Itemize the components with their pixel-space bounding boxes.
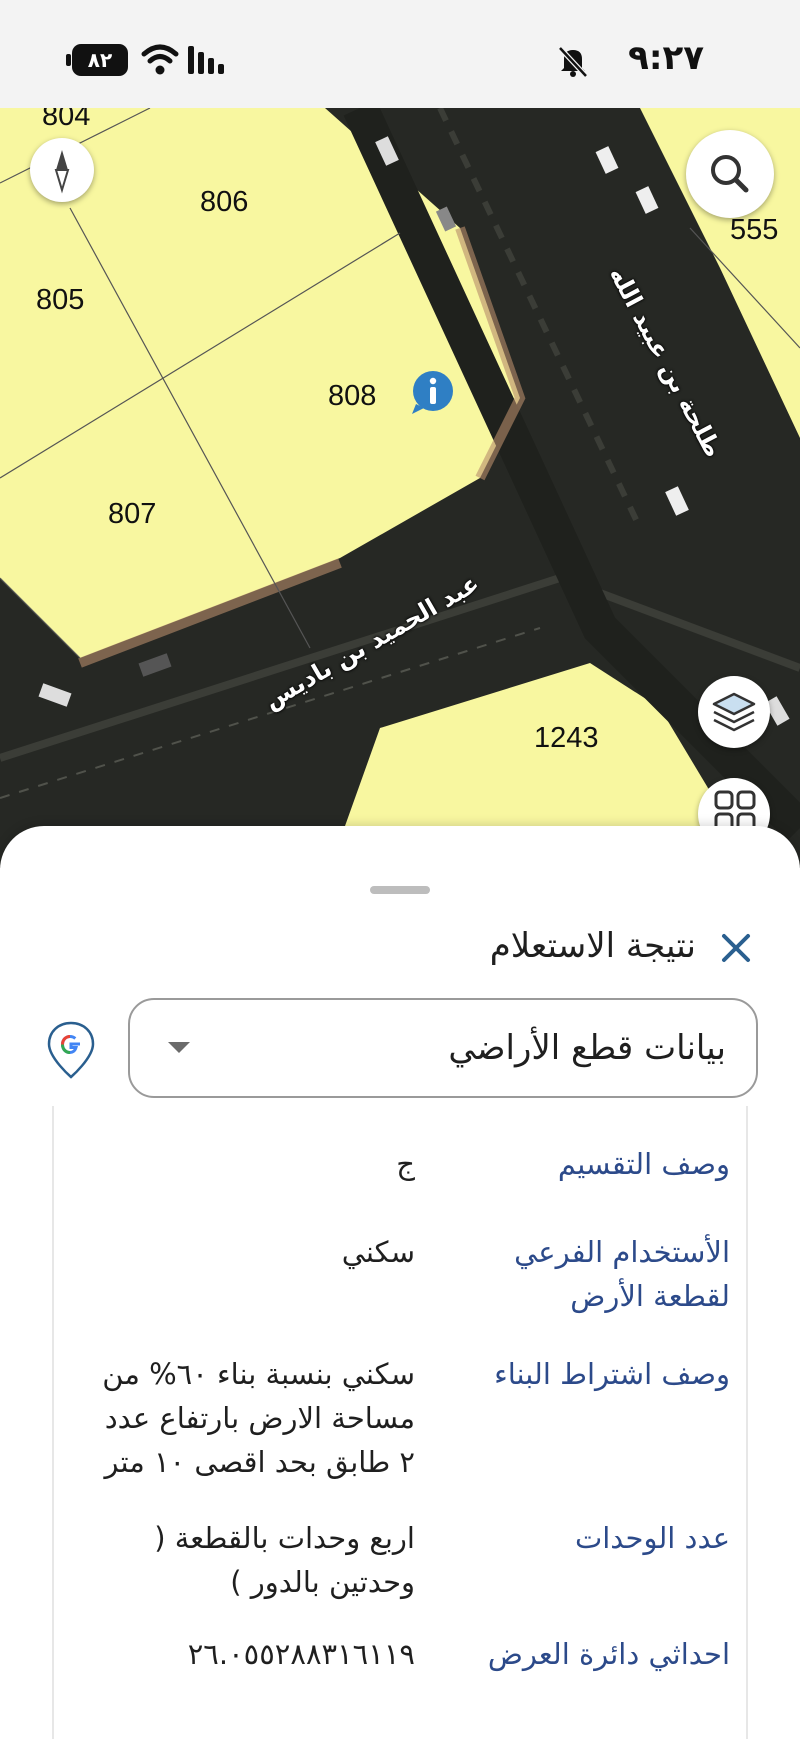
signal-icon bbox=[188, 46, 224, 74]
select-value: بيانات قطع الأراضي bbox=[448, 1028, 726, 1068]
row-value: سكني bbox=[341, 1235, 415, 1269]
row-value: ج bbox=[396, 1147, 415, 1181]
drag-handle[interactable] bbox=[370, 886, 430, 894]
row-value: سكني بنسبة بناء ٦٠% من مساحة الارض بارتف… bbox=[102, 1357, 415, 1479]
map-view[interactable]: 804 806 805 808 807 555 1243 طلحة بن عبي… bbox=[0, 108, 800, 868]
row-label: احداثي دائرة العرض bbox=[487, 1637, 730, 1671]
row-label: عدد الوحدات bbox=[574, 1521, 730, 1555]
result-table: وصف التقسيم ج الأستخدام الفرعي لقطعة الأ… bbox=[52, 1106, 748, 1739]
status-bar: ٨٢ ٩:٢٧ bbox=[0, 0, 800, 108]
row-label: وصف التقسيم bbox=[557, 1147, 730, 1181]
bell-muted-icon bbox=[558, 46, 588, 78]
row-value: اربع وحدات بالقطعة ( وحدتين بالدور ) bbox=[154, 1521, 415, 1599]
plot-label: 807 bbox=[108, 498, 157, 530]
plot-label: 804 bbox=[42, 108, 91, 132]
search-button[interactable] bbox=[686, 130, 774, 218]
data-type-select[interactable]: بيانات قطع الأراضي bbox=[128, 998, 758, 1098]
plot-label: 808 bbox=[328, 380, 377, 412]
plot-label: 806 bbox=[200, 186, 249, 218]
layers-button[interactable] bbox=[698, 676, 770, 748]
chevron-down-icon bbox=[168, 1042, 190, 1053]
search-icon bbox=[711, 155, 749, 193]
wifi-icon bbox=[141, 44, 179, 75]
battery-level: ٨٢ bbox=[87, 48, 113, 72]
map-canvas bbox=[0, 108, 800, 868]
compass-icon bbox=[54, 150, 70, 194]
sheet-title: نتيجة الاستعلام bbox=[489, 926, 696, 966]
info-marker-icon[interactable] bbox=[410, 370, 456, 416]
query-result-sheet: نتيجة الاستعلام بيانات قطع الأراضي وصف ا… bbox=[0, 826, 800, 1739]
row-value: ٢٦.٠٥٥٢٨٨٣١٦١١٩ bbox=[187, 1637, 415, 1671]
clock: ٩:٢٧ bbox=[628, 38, 704, 78]
plot-label: 555 bbox=[730, 214, 779, 246]
google-maps-icon[interactable] bbox=[46, 1020, 96, 1080]
battery-icon: ٨٢ bbox=[66, 44, 128, 76]
row-label: الأستخدام الفرعي لقطعة الأرض bbox=[514, 1235, 730, 1313]
close-icon[interactable] bbox=[716, 928, 756, 968]
plot-label: 1243 bbox=[534, 722, 599, 754]
layers-icon bbox=[712, 692, 756, 732]
compass-button[interactable] bbox=[30, 138, 94, 202]
row-label: وصف اشتراط البناء bbox=[494, 1357, 730, 1391]
plot-label: 805 bbox=[36, 284, 85, 316]
